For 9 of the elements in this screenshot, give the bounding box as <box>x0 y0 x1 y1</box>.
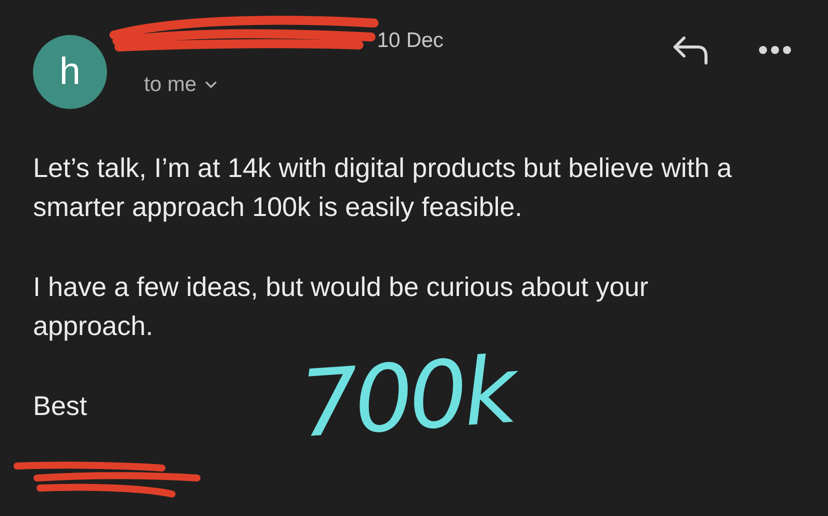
chevron-down-icon <box>204 81 217 89</box>
more-options-button[interactable] <box>758 45 792 55</box>
message-paragraph: I have a few ideas, but would be curious about your approach. <box>33 271 650 343</box>
message-paragraph: Let’s talk, I’m at 14k with digital products but believe with a smarter approach 100k is easily feasible. <box>33 152 733 224</box>
recipient-toggle[interactable]: to me <box>144 73 217 97</box>
email-date: 10 Dec <box>377 29 444 53</box>
handwritten-note: 700k <box>297 344 516 452</box>
reply-button[interactable] <box>672 35 710 65</box>
avatar: h <box>33 35 107 109</box>
